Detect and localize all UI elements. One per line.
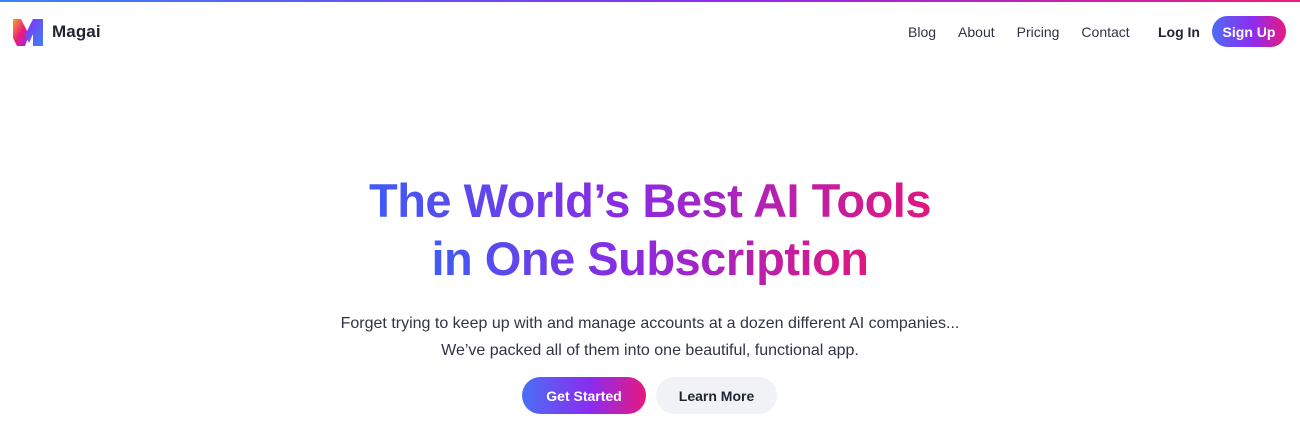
magai-m-logo-icon (13, 19, 43, 46)
hero-headline: The World’s Best AI Tools in One Subscri… (0, 172, 1300, 288)
top-gradient-bar (0, 0, 1300, 2)
hero-section: The World’s Best AI Tools in One Subscri… (0, 172, 1300, 288)
signup-button[interactable]: Sign Up (1212, 16, 1286, 47)
cta-row: Get Started Learn More (522, 377, 777, 414)
nav-link-about[interactable]: About (958, 24, 995, 40)
learn-more-button[interactable]: Learn More (656, 377, 777, 414)
nav-link-blog[interactable]: Blog (908, 24, 936, 40)
get-started-button[interactable]: Get Started (522, 377, 646, 414)
nav-link-contact[interactable]: Contact (1081, 24, 1129, 40)
nav-link-pricing[interactable]: Pricing (1017, 24, 1060, 40)
brand-name: Magai (52, 21, 101, 41)
hero-subtitle: Forget trying to keep up with and manage… (0, 310, 1300, 364)
login-link[interactable]: Log In (1158, 24, 1200, 40)
main-nav: Blog About Pricing Contact (908, 17, 1130, 47)
subtitle-line-2: We’ve packed all of them into one beauti… (441, 342, 859, 359)
headline-line-1: The World’s Best AI Tools (369, 172, 932, 230)
subtitle-line-1: Forget trying to keep up with and manage… (340, 315, 960, 332)
logo-link[interactable]: Magai (13, 16, 101, 47)
headline-line-2: in One Subscription (431, 230, 869, 288)
